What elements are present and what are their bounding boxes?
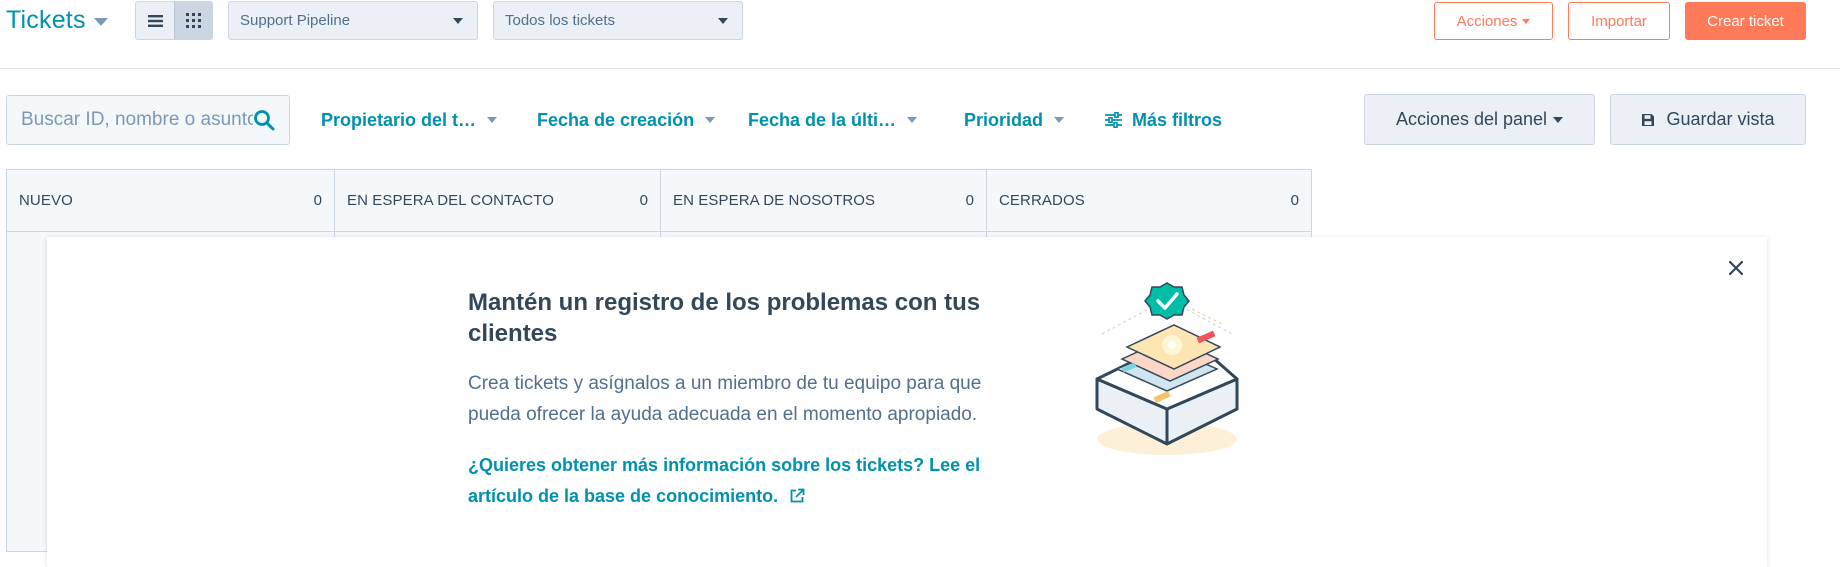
create-ticket-button-label: Crear ticket [1707, 12, 1784, 30]
column-count: 0 [639, 192, 648, 209]
pipeline-select[interactable]: Support Pipeline [228, 1, 478, 40]
chevron-down-icon [487, 117, 498, 123]
chevron-down-icon [1054, 117, 1065, 123]
import-button[interactable]: Importar [1568, 2, 1670, 40]
pipeline-select-value: Support Pipeline [240, 12, 351, 29]
list-view-button[interactable] [136, 2, 174, 39]
column-header: NUEVO 0 [7, 170, 334, 232]
chevron-down-icon [907, 117, 918, 123]
view-select[interactable]: Todos los tickets [493, 1, 743, 40]
last-activity-filter[interactable]: Fecha de la últi… [748, 108, 918, 132]
close-icon [1728, 260, 1744, 276]
actions-button[interactable]: Acciones [1434, 2, 1553, 40]
object-title-dropdown[interactable]: Tickets [6, 6, 108, 35]
column-title: NUEVO [19, 192, 73, 209]
board-view-button[interactable] [174, 2, 212, 39]
created-date-filter-label: Fecha de creación [537, 109, 695, 130]
more-filters-label: Más filtros [1132, 109, 1223, 130]
chevron-down-icon [705, 117, 716, 123]
page-title: Tickets [6, 6, 86, 34]
list-view-icon [147, 14, 163, 27]
chevron-down-icon [718, 17, 728, 24]
save-view-label: Guardar vista [1666, 109, 1775, 129]
column-title: EN ESPERA DEL CONTACTO [347, 192, 554, 209]
sliders-icon [1105, 112, 1122, 128]
chevron-down-icon [93, 17, 108, 26]
board-actions-label: Acciones del panel [1395, 109, 1548, 129]
save-icon [1642, 113, 1655, 126]
onboarding-card: Mantén un registro de los problemas con … [47, 237, 1767, 567]
view-toggle [135, 1, 213, 40]
board-view-icon [186, 13, 201, 28]
column-header: EN ESPERA DEL CONTACTO 0 [335, 170, 660, 232]
owner-filter-label: Propietario del t… [321, 109, 477, 130]
column-count: 0 [1290, 192, 1299, 209]
more-filters-button[interactable]: Más filtros [1105, 108, 1222, 132]
column-count: 0 [313, 192, 322, 209]
ticket-box-illustration [1095, 282, 1239, 455]
external-link-icon [790, 488, 805, 503]
owner-filter[interactable]: Propietario del t… [321, 108, 498, 132]
column-header: EN ESPERA DE NOSOTROS 0 [661, 170, 986, 232]
column-title: CERRADOS [999, 192, 1085, 209]
priority-filter-label: Prioridad [964, 109, 1044, 130]
board-actions-button[interactable]: Acciones del panel [1364, 94, 1595, 145]
actions-button-label: Acciones [1456, 12, 1518, 30]
view-select-value: Todos los tickets [505, 12, 616, 29]
search-input[interactable]: Buscar ID, nombre o asunto [6, 95, 290, 145]
save-view-button[interactable]: Guardar vista [1610, 94, 1806, 145]
column-title: EN ESPERA DE NOSOTROS [673, 192, 876, 209]
last-activity-filter-label: Fecha de la últi… [748, 109, 897, 130]
chevron-down-icon [1522, 18, 1531, 24]
search-icon[interactable] [253, 109, 275, 131]
knowledge-base-link-text: ¿Quieres obtener más información sobre l… [468, 455, 981, 506]
column-count: 0 [965, 192, 974, 209]
onboarding-description: Crea tickets y asígnalos a un miembro de… [468, 373, 982, 425]
top-bar: Tickets Support Pipeline Todos los ticke… [0, 0, 1840, 69]
search-placeholder: Buscar ID, nombre o asunto [21, 109, 253, 130]
column-header: CERRADOS 0 [987, 170, 1311, 232]
import-button-label: Importar [1591, 12, 1647, 30]
create-ticket-button[interactable]: Crear ticket [1685, 2, 1806, 40]
priority-filter[interactable]: Prioridad [964, 108, 1065, 132]
close-button[interactable] [1725, 257, 1747, 279]
created-date-filter[interactable]: Fecha de creación [537, 108, 716, 132]
knowledge-base-link[interactable]: ¿Quieres obtener más información sobre l… [468, 450, 1048, 512]
chevron-down-icon [453, 17, 463, 24]
chevron-down-icon [1553, 116, 1564, 123]
onboarding-heading: Mantén un registro de los problemas con … [468, 289, 981, 347]
